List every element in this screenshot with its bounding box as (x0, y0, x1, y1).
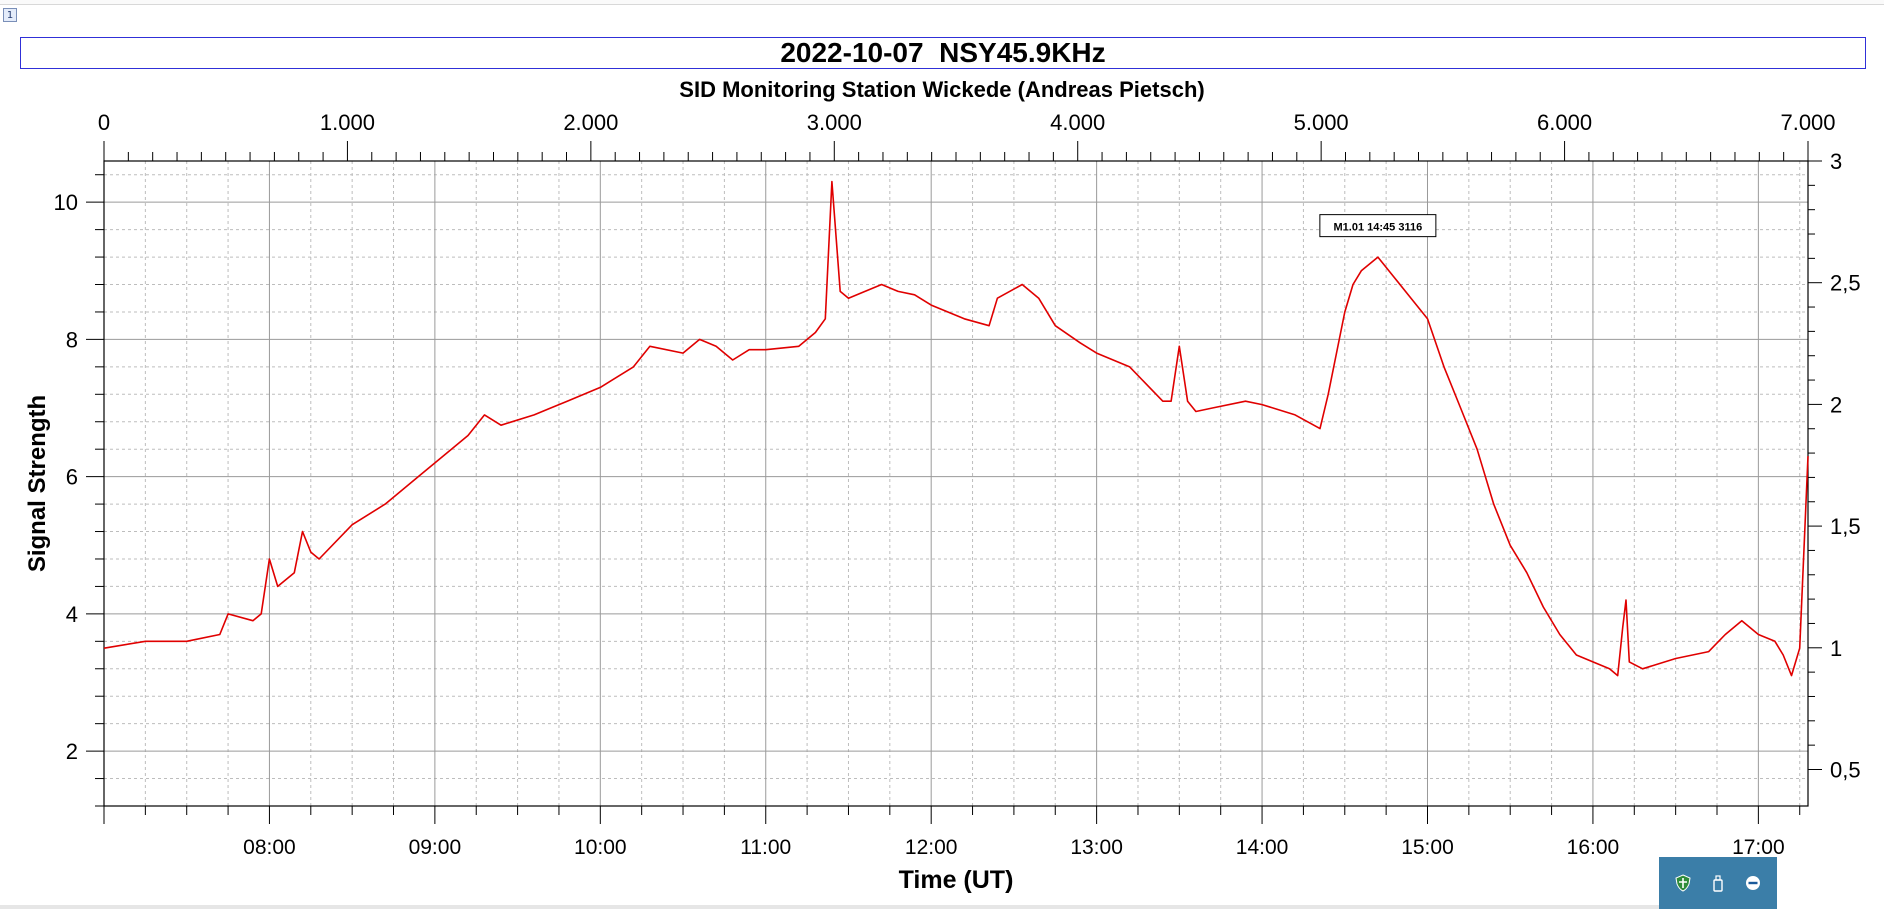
x-tick-label: 17:00 (1732, 836, 1785, 859)
top-tick-label: 0 (98, 110, 110, 135)
minus-circle-icon[interactable] (1742, 872, 1764, 894)
top-tick-label: 4.000 (1050, 110, 1105, 135)
y2-tick-label: 2,5 (1830, 271, 1861, 296)
y-tick-label: 10 (54, 190, 78, 215)
x-tick-label: 16:00 (1567, 836, 1620, 859)
y2-tick-label: 2 (1830, 392, 1842, 417)
y2-tick-label: 3 (1830, 149, 1842, 174)
y-tick-label: 8 (66, 327, 78, 352)
shield-icon[interactable] (1672, 872, 1694, 894)
x-tick-label: 10:00 (574, 836, 627, 859)
y-tick-label: 6 (66, 465, 78, 490)
x-tick-label: 12:00 (905, 836, 958, 859)
y2-tick-label: 1,5 (1830, 514, 1861, 539)
x-tick-label: 11:00 (740, 836, 791, 859)
top-tick-label: 7.000 (1780, 110, 1835, 135)
top-tick-label: 2.000 (563, 110, 618, 135)
usb-drive-icon[interactable] (1707, 872, 1729, 894)
x-tick-label: 09:00 (409, 836, 462, 859)
plot-area (104, 161, 1808, 806)
x-tick-label: 15:00 (1401, 836, 1454, 859)
x-axis-label: Time (UT) (899, 866, 1014, 894)
y2-tick-label: 1 (1830, 636, 1842, 661)
y-axis-label: Signal Strength (24, 395, 51, 572)
annotation-label: M1.01 14:45 3116 (1334, 222, 1423, 234)
y-tick-label: 4 (66, 602, 78, 627)
top-tick-label: 6.000 (1537, 110, 1592, 135)
y2-tick-label: 0,5 (1830, 757, 1861, 782)
y-tick-label: 2 (66, 739, 78, 764)
x-tick-label: 13:00 (1070, 836, 1123, 859)
top-tick-label: 1.000 (320, 110, 375, 135)
system-tray (1659, 857, 1777, 909)
x-tick-label: 08:00 (243, 836, 296, 859)
status-strip (0, 905, 1659, 909)
top-tick-label: 3.000 (807, 110, 862, 135)
signal-strength-chart: 08:00 09:00 10:00 11:00 12:00 13:00 14:00 15:00… (24, 110, 1861, 894)
x-tick-label: 14:00 (1236, 836, 1289, 859)
top-tick-label: 5.000 (1294, 110, 1349, 135)
